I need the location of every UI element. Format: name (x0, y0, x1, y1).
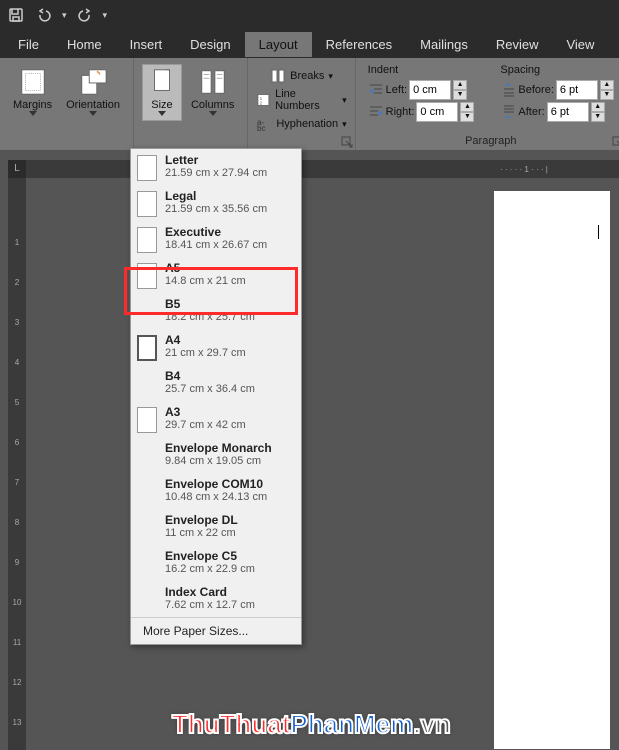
page-icon (137, 335, 157, 361)
indent-left-input[interactable] (409, 80, 451, 100)
paragraph-launcher-icon[interactable] (612, 136, 619, 148)
undo-icon[interactable] (34, 5, 54, 25)
indent-right-icon (368, 104, 384, 120)
spacing-after-up[interactable]: ▲ (591, 102, 605, 112)
indent-left-up[interactable]: ▲ (453, 80, 467, 90)
page-icon (137, 227, 157, 253)
indent-right-input[interactable] (416, 102, 458, 122)
ribbon: Margins Orientation Size Columns (0, 58, 619, 150)
tab-layout[interactable]: Layout (245, 32, 312, 57)
svg-text:bc: bc (257, 124, 265, 132)
svg-text:2: 2 (260, 101, 263, 106)
page-icon (137, 299, 157, 325)
size-option-legal[interactable]: Legal21.59 cm x 35.56 cm (131, 185, 301, 221)
size-option-b4[interactable]: B425.7 cm x 36.4 cm (131, 365, 301, 401)
tab-home[interactable]: Home (53, 32, 116, 57)
spacing-before-up[interactable]: ▲ (600, 80, 614, 90)
page-icon (137, 407, 157, 433)
size-option-a3[interactable]: A329.7 cm x 42 cm (131, 401, 301, 437)
size-option-a5[interactable]: A514.8 cm x 21 cm (131, 257, 301, 293)
page-icon (137, 479, 157, 505)
size-option-index-card[interactable]: Index Card7.62 cm x 12.7 cm (131, 581, 301, 617)
ruler-corner: L (8, 160, 26, 178)
redo-icon[interactable] (75, 5, 95, 25)
orientation-button[interactable]: Orientation (61, 64, 125, 121)
margins-button[interactable]: Margins (8, 64, 57, 121)
size-option-a4[interactable]: A421 cm x 29.7 cm (131, 329, 301, 365)
page-icon (137, 515, 157, 541)
size-option-letter[interactable]: Letter21.59 cm x 27.94 cm (131, 149, 301, 185)
tab-help[interactable]: Help (608, 32, 619, 57)
title-bar: ▾ ▾ (0, 0, 619, 30)
main-tabs: File Home Insert Design Layout Reference… (0, 30, 619, 58)
columns-button[interactable]: Columns (186, 64, 239, 121)
page-icon (137, 443, 157, 469)
size-button[interactable]: Size (142, 64, 182, 121)
indent-right-down[interactable]: ▼ (460, 112, 474, 122)
spacing-after-down[interactable]: ▼ (591, 112, 605, 122)
indent-left-down[interactable]: ▼ (453, 90, 467, 100)
page-icon (137, 551, 157, 577)
page-icon (137, 371, 157, 397)
tab-insert[interactable]: Insert (116, 32, 177, 57)
tab-mailings[interactable]: Mailings (406, 32, 482, 57)
horizontal-ruler[interactable]: · · · · · 1 · · · | (8, 160, 619, 178)
breaks-button[interactable]: Breaks▾ (270, 68, 333, 84)
indent-right-up[interactable]: ▲ (460, 102, 474, 112)
spacing-after-icon (500, 104, 516, 120)
page-icon (137, 191, 157, 217)
text-cursor (598, 225, 599, 239)
tab-review[interactable]: Review (482, 32, 553, 57)
document-page[interactable] (493, 190, 611, 750)
spacing-after-input[interactable] (547, 102, 589, 122)
indent-header: Indent (368, 64, 475, 76)
size-option-envelope-dl[interactable]: Envelope DL11 cm x 22 cm (131, 509, 301, 545)
page-icon (137, 155, 157, 181)
spacing-before-icon (500, 82, 516, 98)
tab-view[interactable]: View (552, 32, 608, 57)
page-icon (137, 263, 157, 289)
size-option-executive[interactable]: Executive18.41 cm x 26.67 cm (131, 221, 301, 257)
page-setup-launcher-icon[interactable] (341, 136, 353, 148)
indent-left-icon (368, 82, 384, 98)
vertical-ruler[interactable]: 1 2 3 4 5 6 7 8 9 10 11 12 13 (8, 178, 26, 750)
more-paper-sizes[interactable]: More Paper Sizes... (131, 617, 301, 644)
line-numbers-button[interactable]: 12 Line Numbers▾ (256, 88, 346, 112)
page-icon (137, 587, 157, 613)
watermark-text: ThuThuatPhanMem.vn (172, 709, 451, 740)
tab-file[interactable]: File (4, 32, 53, 57)
tab-references[interactable]: References (312, 32, 406, 57)
spacing-header: Spacing (500, 64, 613, 76)
size-option-envelope-com10[interactable]: Envelope COM1010.48 cm x 24.13 cm (131, 473, 301, 509)
hyphenation-button[interactable]: a-bc Hyphenation▾ (256, 116, 346, 132)
size-option-envelope-monarch[interactable]: Envelope Monarch9.84 cm x 19.05 cm (131, 437, 301, 473)
size-option-envelope-c5[interactable]: Envelope C516.2 cm x 22.9 cm (131, 545, 301, 581)
spacing-before-down[interactable]: ▼ (600, 90, 614, 100)
size-dropdown-menu: Letter21.59 cm x 27.94 cmLegal21.59 cm x… (130, 148, 302, 645)
size-option-b5[interactable]: B518.2 cm x 25.7 cm (131, 293, 301, 329)
spacing-before-input[interactable] (556, 80, 598, 100)
paragraph-group-label: Paragraph (356, 135, 619, 147)
tab-design[interactable]: Design (176, 32, 244, 57)
save-icon[interactable] (6, 5, 26, 25)
